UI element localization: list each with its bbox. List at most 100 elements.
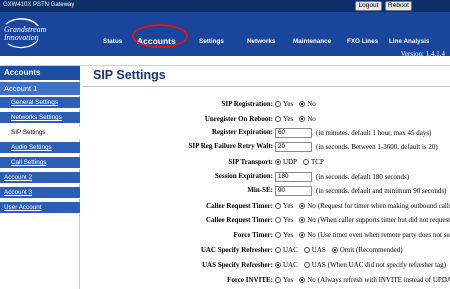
- radio-yes[interactable]: [275, 217, 281, 223]
- radio-no[interactable]: [299, 116, 306, 122]
- nav-settings[interactable]: Settings: [199, 38, 224, 45]
- row-caller-request-timer: Caller Request Timer: Yes No (Request fo…: [83, 202, 450, 214]
- field-note: (When UAC did not specify refresher tag): [327, 261, 446, 269]
- grandstream-logo: Grandstream Innovation: [2, 16, 46, 50]
- logo-text-tagline: Innovation: [4, 33, 39, 42]
- field-note: (Always refresh with INVITE instead of U…: [317, 276, 450, 284]
- row-label: Register Expiration:: [211, 128, 273, 136]
- row-label: UAC Specify Refresher:: [200, 246, 273, 254]
- radio-yes[interactable]: [275, 232, 281, 238]
- field-note: (Use timer even when remote party does n…: [317, 231, 450, 239]
- nav-maintenance[interactable]: Maintenance: [293, 38, 331, 45]
- accounts-highlight-ring: [132, 24, 188, 48]
- field-note: (in seconds. Between 1-3600, default is …: [316, 143, 438, 151]
- top-strip: GXW410X PSTN Gateway Logout Reboot: [0, 0, 450, 12]
- row-sip-registration: SIP Registration: Yes No: [83, 100, 450, 112]
- option-label: Yes: [283, 276, 294, 284]
- option-label: UAS: [311, 261, 326, 269]
- nav-status[interactable]: Status: [103, 38, 122, 45]
- row-label: Unregister On Reboot:: [204, 115, 273, 123]
- option-label: No: [307, 231, 316, 239]
- radio-yes[interactable]: [275, 277, 281, 283]
- row-label: Min-SE:: [247, 186, 273, 194]
- row-session-expiration: Session Expiration: 180 (in seconds. def…: [83, 172, 450, 184]
- option-label: No: [307, 100, 316, 108]
- option-label: No: [307, 276, 316, 284]
- gateway-name: GXW410X PSTN Gateway: [3, 2, 75, 8]
- option-label: Omit (Recommended): [339, 246, 403, 254]
- radio-no[interactable]: [299, 203, 306, 209]
- nav-fxo-lines[interactable]: FXO Lines: [347, 38, 378, 45]
- option-label: Yes: [283, 202, 294, 210]
- sidebar-item-account-1[interactable]: Account 1: [0, 82, 80, 96]
- session-expiration-input[interactable]: 180: [275, 172, 312, 182]
- option-label: Yes: [283, 115, 294, 123]
- option-label: UDP: [283, 158, 298, 166]
- row-min-se: Min-SE: 90 (in seconds. default and mini…: [83, 186, 450, 198]
- reboot-button[interactable]: Reboot: [385, 1, 412, 11]
- nav-line-analysis[interactable]: Line Analysis: [389, 38, 429, 45]
- nav-networks[interactable]: Networks: [247, 38, 275, 45]
- min-se-input[interactable]: 90: [275, 186, 312, 196]
- register-expiration-input[interactable]: 60: [275, 128, 312, 138]
- sidebar: Accounts Account 1 General Settings Netw…: [0, 66, 80, 289]
- row-label: Callee Request Timer:: [205, 216, 273, 224]
- field-note: (in seconds. default and minimum 90 seco…: [316, 187, 447, 195]
- radio-yes[interactable]: [275, 101, 281, 107]
- header-separator: [0, 56, 450, 66]
- option-label: UAC: [283, 261, 298, 269]
- option-label: No: [307, 115, 316, 123]
- field-note: (in minutes. default 1 hour, max 45 days…: [316, 129, 432, 137]
- radio-udp[interactable]: [275, 159, 281, 165]
- radio-yes[interactable]: [275, 203, 281, 209]
- radio-no[interactable]: [299, 217, 306, 223]
- sidebar-item-networks-settings[interactable]: Networks Settings: [0, 112, 80, 124]
- sidebar-item-sip-settings[interactable]: SIP Settings: [0, 127, 80, 139]
- sidebar-item-account-2[interactable]: Account 2: [0, 172, 80, 184]
- row-label: SIP Transport:: [228, 158, 273, 166]
- page-title: SIP Settings: [93, 68, 166, 82]
- radio-yes[interactable]: [275, 116, 281, 122]
- header-band: Grandstream Innovation Status Accounts S…: [0, 12, 450, 58]
- row-label: Force Timer:: [233, 231, 273, 239]
- row-label: SIP Reg Failure Retry Wait:: [188, 142, 273, 150]
- option-label: UAS: [311, 246, 326, 254]
- row-label: Session Expiration:: [214, 172, 273, 180]
- sidebar-item-user-account[interactable]: User Account: [0, 202, 80, 214]
- sidebar-item-account-3[interactable]: Account 3: [0, 187, 80, 199]
- radio-no[interactable]: [299, 232, 306, 238]
- field-note: (When caller supports timer but did not …: [317, 216, 450, 224]
- option-label: Yes: [283, 216, 294, 224]
- row-callee-request-timer: Callee Request Timer: Yes No (When calle…: [83, 216, 450, 228]
- radio-tcp[interactable]: [303, 159, 310, 165]
- radio-uac[interactable]: [275, 262, 281, 268]
- row-uac-specify-refresher: UAC Specify Refresher: UAC UAS Omit (Rec…: [83, 246, 450, 258]
- sidebar-item-general-settings[interactable]: General Settings: [0, 97, 80, 109]
- radio-uac[interactable]: [275, 247, 281, 253]
- radio-no[interactable]: [299, 101, 306, 107]
- row-register-expiration: Register Expiration: 60 (in minutes. def…: [83, 128, 450, 140]
- row-force-invite: Force INVITE: Yes No (Always refresh wit…: [83, 276, 450, 288]
- option-label: UAC: [283, 246, 298, 254]
- option-label: TCP: [311, 158, 324, 166]
- row-sip-transport: SIP Transport: UDP TCP: [83, 158, 450, 170]
- title-divider: [83, 86, 450, 87]
- field-note: (Request for timer when making outbound …: [317, 202, 450, 210]
- retry-wait-input[interactable]: 20: [275, 142, 312, 152]
- row-label: Force INVITE:: [227, 276, 273, 284]
- radio-omit[interactable]: [331, 247, 338, 253]
- option-label: No: [307, 216, 316, 224]
- row-label: UAS Specify Refresher:: [201, 261, 273, 269]
- option-label: No: [307, 202, 316, 210]
- radio-no[interactable]: [299, 277, 306, 283]
- row-force-timer: Force Timer: Yes No (Use timer even when…: [83, 231, 450, 243]
- radio-uas[interactable]: [303, 247, 310, 253]
- row-label: SIP Registration:: [221, 100, 273, 108]
- field-note: (in seconds. default 180 seconds): [316, 173, 410, 181]
- sidebar-item-audio-settings[interactable]: Audio Settings: [0, 142, 80, 154]
- logout-button[interactable]: Logout: [355, 1, 382, 11]
- radio-uas[interactable]: [303, 262, 310, 268]
- sidebar-item-call-settings[interactable]: Call Settings: [0, 157, 80, 169]
- option-label: Yes: [283, 231, 294, 239]
- sidebar-heading: Accounts: [0, 66, 80, 80]
